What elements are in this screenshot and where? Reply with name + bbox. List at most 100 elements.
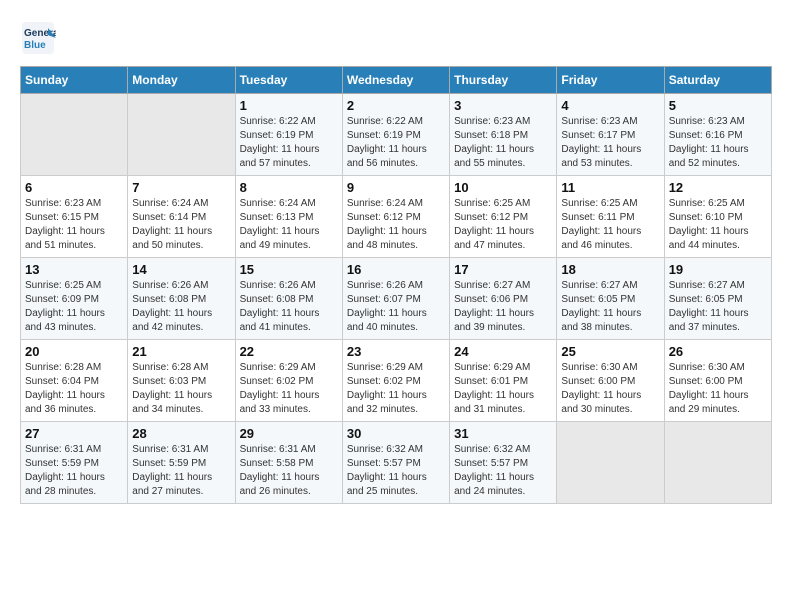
- calendar-cell: 29 Sunrise: 6:31 AM Sunset: 5:58 PM Dayli…: [235, 422, 342, 504]
- calendar-cell: 3 Sunrise: 6:23 AM Sunset: 6:18 PM Daylig…: [450, 94, 557, 176]
- day-number: 27: [25, 426, 123, 441]
- calendar-cell: 13Sunrise: 6:25 AM Sunset: 6:09 PM Dayli…: [21, 258, 128, 340]
- day-number: 14: [132, 262, 230, 277]
- calendar-cell: 24 Sunrise: 6:29 AM Sunset: 6:01 PM Dayli…: [450, 340, 557, 422]
- day-number: 12: [669, 180, 767, 195]
- calendar-cell: 19 Sunrise: 6:27 AM Sunset: 6:05 PM Dayli…: [664, 258, 771, 340]
- day-number: 26: [669, 344, 767, 359]
- calendar-cell: 23 Sunrise: 6:29 AM Sunset: 6:02 PM Dayli…: [342, 340, 449, 422]
- cell-info: Sunrise: 6:24 AM Sunset: 6:14 PM Dayligh…: [132, 197, 230, 253]
- cell-info: Sunrise: 6:24 AM Sunset: 6:12 PM Dayligh…: [347, 197, 445, 253]
- calendar-cell: [128, 94, 235, 176]
- cell-info: Sunrise: 6:32 AM Sunset: 5:57 PM Dayligh…: [454, 443, 552, 499]
- cell-info: Sunrise: 6:31 AM Sunset: 5:58 PM Dayligh…: [240, 443, 338, 499]
- day-number: 23: [347, 344, 445, 359]
- cell-info: Sunrise: 6:22 AM Sunset: 6:19 PM Dayligh…: [240, 115, 338, 171]
- cell-info: Sunrise: 6:26 AM Sunset: 6:08 PM Dayligh…: [240, 279, 338, 335]
- day-number: 19: [669, 262, 767, 277]
- calendar-cell: 18Sunrise: 6:27 AM Sunset: 6:05 PM Dayli…: [557, 258, 664, 340]
- day-number: 15: [240, 262, 338, 277]
- calendar-cell: 27 Sunrise: 6:31 AM Sunset: 5:59 PM Dayli…: [21, 422, 128, 504]
- calendar-cell: 28Sunrise: 6:31 AM Sunset: 5:59 PM Dayli…: [128, 422, 235, 504]
- day-number: 22: [240, 344, 338, 359]
- calendar-cell: 16Sunrise: 6:26 AM Sunset: 6:07 PM Dayli…: [342, 258, 449, 340]
- calendar-cell: 6Sunrise: 6:23 AM Sunset: 6:15 PM Daylig…: [21, 176, 128, 258]
- cell-info: Sunrise: 6:24 AM Sunset: 6:13 PM Dayligh…: [240, 197, 338, 253]
- cell-info: Sunrise: 6:28 AM Sunset: 6:03 PM Dayligh…: [132, 361, 230, 417]
- calendar-cell: 1 Sunrise: 6:22 AM Sunset: 6:19 PM Daylig…: [235, 94, 342, 176]
- day-number: 2: [347, 98, 445, 113]
- calendar-cell: [664, 422, 771, 504]
- calendar-week-row: 27 Sunrise: 6:31 AM Sunset: 5:59 PM Dayli…: [21, 422, 772, 504]
- day-number: 24: [454, 344, 552, 359]
- weekday-header: Saturday: [664, 67, 771, 94]
- day-number: 4: [561, 98, 659, 113]
- calendar-cell: 7 Sunrise: 6:24 AM Sunset: 6:14 PM Daylig…: [128, 176, 235, 258]
- cell-info: Sunrise: 6:27 AM Sunset: 6:05 PM Dayligh…: [669, 279, 767, 335]
- cell-info: Sunrise: 6:25 AM Sunset: 6:10 PM Dayligh…: [669, 197, 767, 253]
- cell-info: Sunrise: 6:25 AM Sunset: 6:09 PM Dayligh…: [25, 279, 123, 335]
- cell-info: Sunrise: 6:23 AM Sunset: 6:15 PM Dayligh…: [25, 197, 123, 253]
- weekday-header: Wednesday: [342, 67, 449, 94]
- calendar-cell: 31 Sunrise: 6:32 AM Sunset: 5:57 PM Dayli…: [450, 422, 557, 504]
- calendar-week-row: 13Sunrise: 6:25 AM Sunset: 6:09 PM Dayli…: [21, 258, 772, 340]
- day-number: 8: [240, 180, 338, 195]
- weekday-header: Tuesday: [235, 67, 342, 94]
- weekday-header: Monday: [128, 67, 235, 94]
- weekday-header: Sunday: [21, 67, 128, 94]
- logo: General Blue: [20, 20, 56, 56]
- cell-info: Sunrise: 6:23 AM Sunset: 6:18 PM Dayligh…: [454, 115, 552, 171]
- svg-text:Blue: Blue: [24, 40, 46, 51]
- logo-svg: General Blue: [20, 20, 56, 56]
- day-number: 20: [25, 344, 123, 359]
- cell-info: Sunrise: 6:30 AM Sunset: 6:00 PM Dayligh…: [669, 361, 767, 417]
- calendar-cell: 9 Sunrise: 6:24 AM Sunset: 6:12 PM Daylig…: [342, 176, 449, 258]
- day-number: 31: [454, 426, 552, 441]
- cell-info: Sunrise: 6:26 AM Sunset: 6:08 PM Dayligh…: [132, 279, 230, 335]
- calendar-week-row: 6Sunrise: 6:23 AM Sunset: 6:15 PM Daylig…: [21, 176, 772, 258]
- calendar-cell: 11Sunrise: 6:25 AM Sunset: 6:11 PM Dayli…: [557, 176, 664, 258]
- cell-info: Sunrise: 6:23 AM Sunset: 6:16 PM Dayligh…: [669, 115, 767, 171]
- calendar-cell: 21 Sunrise: 6:28 AM Sunset: 6:03 PM Dayli…: [128, 340, 235, 422]
- day-number: 29: [240, 426, 338, 441]
- day-number: 5: [669, 98, 767, 113]
- cell-info: Sunrise: 6:29 AM Sunset: 6:02 PM Dayligh…: [240, 361, 338, 417]
- cell-info: Sunrise: 6:30 AM Sunset: 6:00 PM Dayligh…: [561, 361, 659, 417]
- cell-info: Sunrise: 6:31 AM Sunset: 5:59 PM Dayligh…: [25, 443, 123, 499]
- calendar-cell: 20 Sunrise: 6:28 AM Sunset: 6:04 PM Dayli…: [21, 340, 128, 422]
- page-header: General Blue: [20, 20, 772, 56]
- cell-info: Sunrise: 6:27 AM Sunset: 6:06 PM Dayligh…: [454, 279, 552, 335]
- day-number: 25: [561, 344, 659, 359]
- day-number: 17: [454, 262, 552, 277]
- day-number: 3: [454, 98, 552, 113]
- logo-container: General Blue: [20, 20, 56, 56]
- calendar-cell: 2 Sunrise: 6:22 AM Sunset: 6:19 PM Daylig…: [342, 94, 449, 176]
- calendar-cell: 8 Sunrise: 6:24 AM Sunset: 6:13 PM Daylig…: [235, 176, 342, 258]
- cell-info: Sunrise: 6:22 AM Sunset: 6:19 PM Dayligh…: [347, 115, 445, 171]
- day-number: 9: [347, 180, 445, 195]
- weekday-header-row: SundayMondayTuesdayWednesdayThursdayFrid…: [21, 67, 772, 94]
- cell-info: Sunrise: 6:29 AM Sunset: 6:02 PM Dayligh…: [347, 361, 445, 417]
- cell-info: Sunrise: 6:25 AM Sunset: 6:11 PM Dayligh…: [561, 197, 659, 253]
- calendar-cell: 5 Sunrise: 6:23 AM Sunset: 6:16 PM Daylig…: [664, 94, 771, 176]
- day-number: 7: [132, 180, 230, 195]
- calendar-cell: 4 Sunrise: 6:23 AM Sunset: 6:17 PM Daylig…: [557, 94, 664, 176]
- cell-info: Sunrise: 6:32 AM Sunset: 5:57 PM Dayligh…: [347, 443, 445, 499]
- calendar-cell: 10Sunrise: 6:25 AM Sunset: 6:12 PM Dayli…: [450, 176, 557, 258]
- calendar-cell: 17 Sunrise: 6:27 AM Sunset: 6:06 PM Dayli…: [450, 258, 557, 340]
- calendar-cell: 15 Sunrise: 6:26 AM Sunset: 6:08 PM Dayli…: [235, 258, 342, 340]
- calendar-cell: 30 Sunrise: 6:32 AM Sunset: 5:57 PM Dayli…: [342, 422, 449, 504]
- cell-info: Sunrise: 6:23 AM Sunset: 6:17 PM Dayligh…: [561, 115, 659, 171]
- calendar-cell: 14 Sunrise: 6:26 AM Sunset: 6:08 PM Dayli…: [128, 258, 235, 340]
- cell-info: Sunrise: 6:29 AM Sunset: 6:01 PM Dayligh…: [454, 361, 552, 417]
- day-number: 1: [240, 98, 338, 113]
- cell-info: Sunrise: 6:25 AM Sunset: 6:12 PM Dayligh…: [454, 197, 552, 253]
- day-number: 21: [132, 344, 230, 359]
- cell-info: Sunrise: 6:28 AM Sunset: 6:04 PM Dayligh…: [25, 361, 123, 417]
- calendar-cell: 12 Sunrise: 6:25 AM Sunset: 6:10 PM Dayli…: [664, 176, 771, 258]
- weekday-header: Thursday: [450, 67, 557, 94]
- calendar-week-row: 1 Sunrise: 6:22 AM Sunset: 6:19 PM Daylig…: [21, 94, 772, 176]
- day-number: 30: [347, 426, 445, 441]
- cell-info: Sunrise: 6:26 AM Sunset: 6:07 PM Dayligh…: [347, 279, 445, 335]
- cell-info: Sunrise: 6:27 AM Sunset: 6:05 PM Dayligh…: [561, 279, 659, 335]
